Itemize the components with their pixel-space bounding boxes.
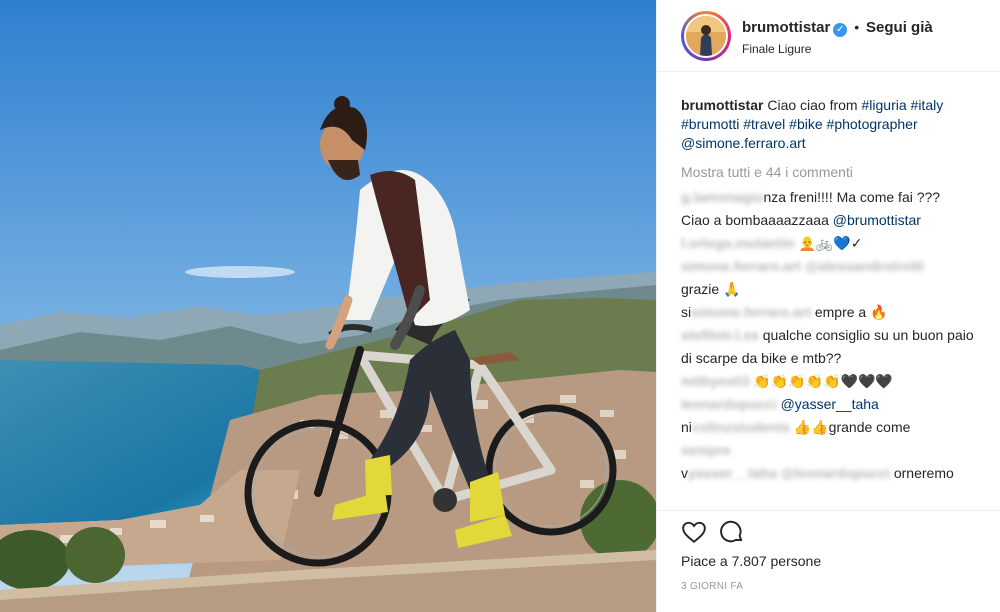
comment-username[interactable]: g.lamonagio <box>681 189 763 205</box>
comment-item: sisimone.ferraro.art empre a 🔥 <box>681 301 981 324</box>
post-header: brumottistar ✓ • Segui già Finale Ligure <box>657 0 1000 72</box>
caption-text: Ciao ciao from <box>767 97 858 113</box>
comment-text: orneremo <box>893 465 954 481</box>
avatar-photo <box>686 16 726 56</box>
comment-item: mtlbyes03 👏👏👏👏👏🖤🖤🖤 <box>681 370 981 393</box>
view-all-comments-link[interactable]: Mostra tutti e 44 i commenti <box>681 163 981 182</box>
comment-item: grazie 🙏 <box>681 278 981 301</box>
comment-mention[interactable]: @alessandrotrotti <box>805 258 924 274</box>
post-caption: brumottistar Ciao ciao from #liguria #it… <box>681 96 981 153</box>
avatar[interactable] <box>681 11 731 61</box>
hashtag-link[interactable]: #bike <box>789 116 822 132</box>
header-user-line: brumottistar ✓ • Segui già <box>742 19 933 37</box>
comment-item: l.ortega.mutantin 🧑‍🦲🚲💙✓ <box>681 232 981 255</box>
header-username[interactable]: brumottistar <box>742 19 830 36</box>
hashtag-link[interactable]: #brumotti <box>681 116 739 132</box>
photo-cyclist-on-coastal-wall <box>0 0 656 612</box>
comment-item: nicolinzstudents 👍👍grande come sempre <box>681 416 981 462</box>
comment-text: Ciao a bombaaaazzaaa <box>681 212 829 228</box>
comment-list: g.lamonagionza freni!!!! Ma come fai ???… <box>681 186 981 485</box>
hashtag-link[interactable]: #travel <box>743 116 785 132</box>
avatar-image <box>684 14 728 58</box>
hashtag-link[interactable]: #italy <box>911 97 944 113</box>
likes-count[interactable]: Piace a 7.807 persone <box>681 553 821 569</box>
comment-text: 🧑‍🦲🚲💙✓ <box>798 235 863 251</box>
comment-text: nza freni!!!! Ma come fai ??? <box>763 189 941 205</box>
hashtag-link[interactable]: #liguria <box>862 97 907 113</box>
comment-username[interactable]: l.ortega.mutantin <box>681 235 795 251</box>
comment-username[interactable]: mtlbyes03 <box>681 373 749 389</box>
comment-username[interactable]: leonardopucci <box>681 396 777 412</box>
location-link[interactable]: Finale Ligure <box>742 42 811 56</box>
comment-text: 👍👍grande come <box>793 419 911 435</box>
comment-username-prefix: si <box>681 304 692 320</box>
separator-dot: • <box>854 19 860 35</box>
mention-link[interactable]: @simone.ferraro.art <box>681 135 806 151</box>
comment-mention[interactable]: @brumottistar <box>833 212 921 228</box>
heart-icon[interactable] <box>681 519 707 545</box>
comment-username[interactable]: colinzstudents <box>692 419 790 435</box>
comment-item: stefilotr.l.ss qualche consiglio su un b… <box>681 324 981 370</box>
comment-username[interactable]: stefilotr.l.ss <box>681 327 759 343</box>
comment-username-prefix: v <box>681 465 688 481</box>
comments-section[interactable]: brumottistar Ciao ciao from #liguria #it… <box>657 72 1000 510</box>
post-sidebar: brumottistar ✓ • Segui già Finale Ligure … <box>656 0 1000 612</box>
comment-username[interactable]: simone.ferraro.art <box>681 258 801 274</box>
comment-item: vyasser__taha @leonardopucci orneremo <box>681 462 981 485</box>
follow-button[interactable]: Segui già <box>866 19 933 36</box>
comment-item: simone.ferraro.art @alessandrotrotti <box>681 255 981 278</box>
caption-username[interactable]: brumottistar <box>681 97 763 113</box>
comment-text: grazie 🙏 <box>681 281 741 297</box>
post-actions: Piace a 7.807 persone 3 GIORNI FA <box>657 510 1000 612</box>
post-date[interactable]: 3 GIORNI FA <box>681 581 743 592</box>
post-photo[interactable] <box>0 0 656 612</box>
comment-text-tail: sempre <box>681 442 731 458</box>
comment-username-prefix: ni <box>681 419 692 435</box>
comment-username[interactable]: yasser__taha @leonardopucci <box>688 465 890 481</box>
instagram-post: brumottistar ✓ • Segui già Finale Ligure … <box>0 0 1000 612</box>
hashtag-link[interactable]: #photographer <box>827 116 918 132</box>
comment-item: Ciao a bombaaaazzaaa @brumottistar <box>681 209 981 232</box>
comment-item: g.lamonagionza freni!!!! Ma come fai ??? <box>681 186 981 209</box>
verified-badge-icon: ✓ <box>833 23 848 37</box>
comment-item: leonardopucci @yasser__taha <box>681 393 981 416</box>
comment-mention[interactable]: @yasser__taha <box>781 396 879 412</box>
comment-username[interactable]: simone.ferraro.art <box>691 304 811 320</box>
comment-text: empre a 🔥 <box>814 304 888 320</box>
comment-bubble-icon[interactable] <box>719 519 745 545</box>
comment-text: 👏👏👏👏👏🖤🖤🖤 <box>753 373 893 389</box>
